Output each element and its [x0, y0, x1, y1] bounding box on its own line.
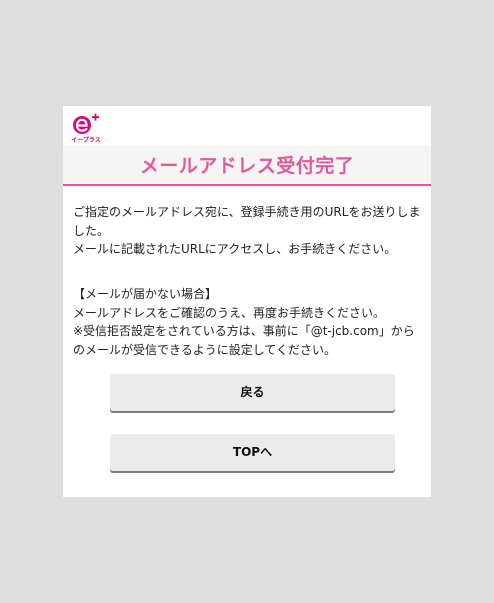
- eplus-logo[interactable]: イープラス: [71, 112, 101, 144]
- message-line: メールに記載されたURLにアクセスし、お手続きください。: [73, 242, 397, 256]
- title-bar: メールアドレス受付完了: [63, 146, 431, 186]
- back-button[interactable]: 戻る: [110, 374, 395, 411]
- notice-line: メールアドレスをご確認のうえ、再度お手続きください。: [73, 305, 386, 320]
- notice-line: ※受信拒否設定をされている方は、事前に「@t-jcb.com」からのメールが受信…: [73, 324, 415, 357]
- top-page-button[interactable]: TOPへ: [110, 434, 395, 471]
- confirmation-message: ご指定のメールアドレス宛に、登録手続き用のURLをお送りしました。 メールに記載…: [73, 203, 425, 259]
- not-received-notice: 【メールが届かない場合】 メールアドレスをご確認のうえ、再度お手続きください。 …: [73, 285, 425, 359]
- notice-heading: 【メールが届かない場合】: [73, 287, 218, 301]
- message-line: ご指定のメールアドレス宛に、登録手続き用のURLをお送りしました。: [73, 205, 421, 238]
- eplus-logo-icon: [73, 113, 99, 134]
- page-title: メールアドレス受付完了: [139, 155, 355, 177]
- logo-text: イープラス: [71, 137, 101, 144]
- completion-card: イープラス メールアドレス受付完了 ご指定のメールアドレス宛に、登録手続き用のU…: [63, 106, 431, 497]
